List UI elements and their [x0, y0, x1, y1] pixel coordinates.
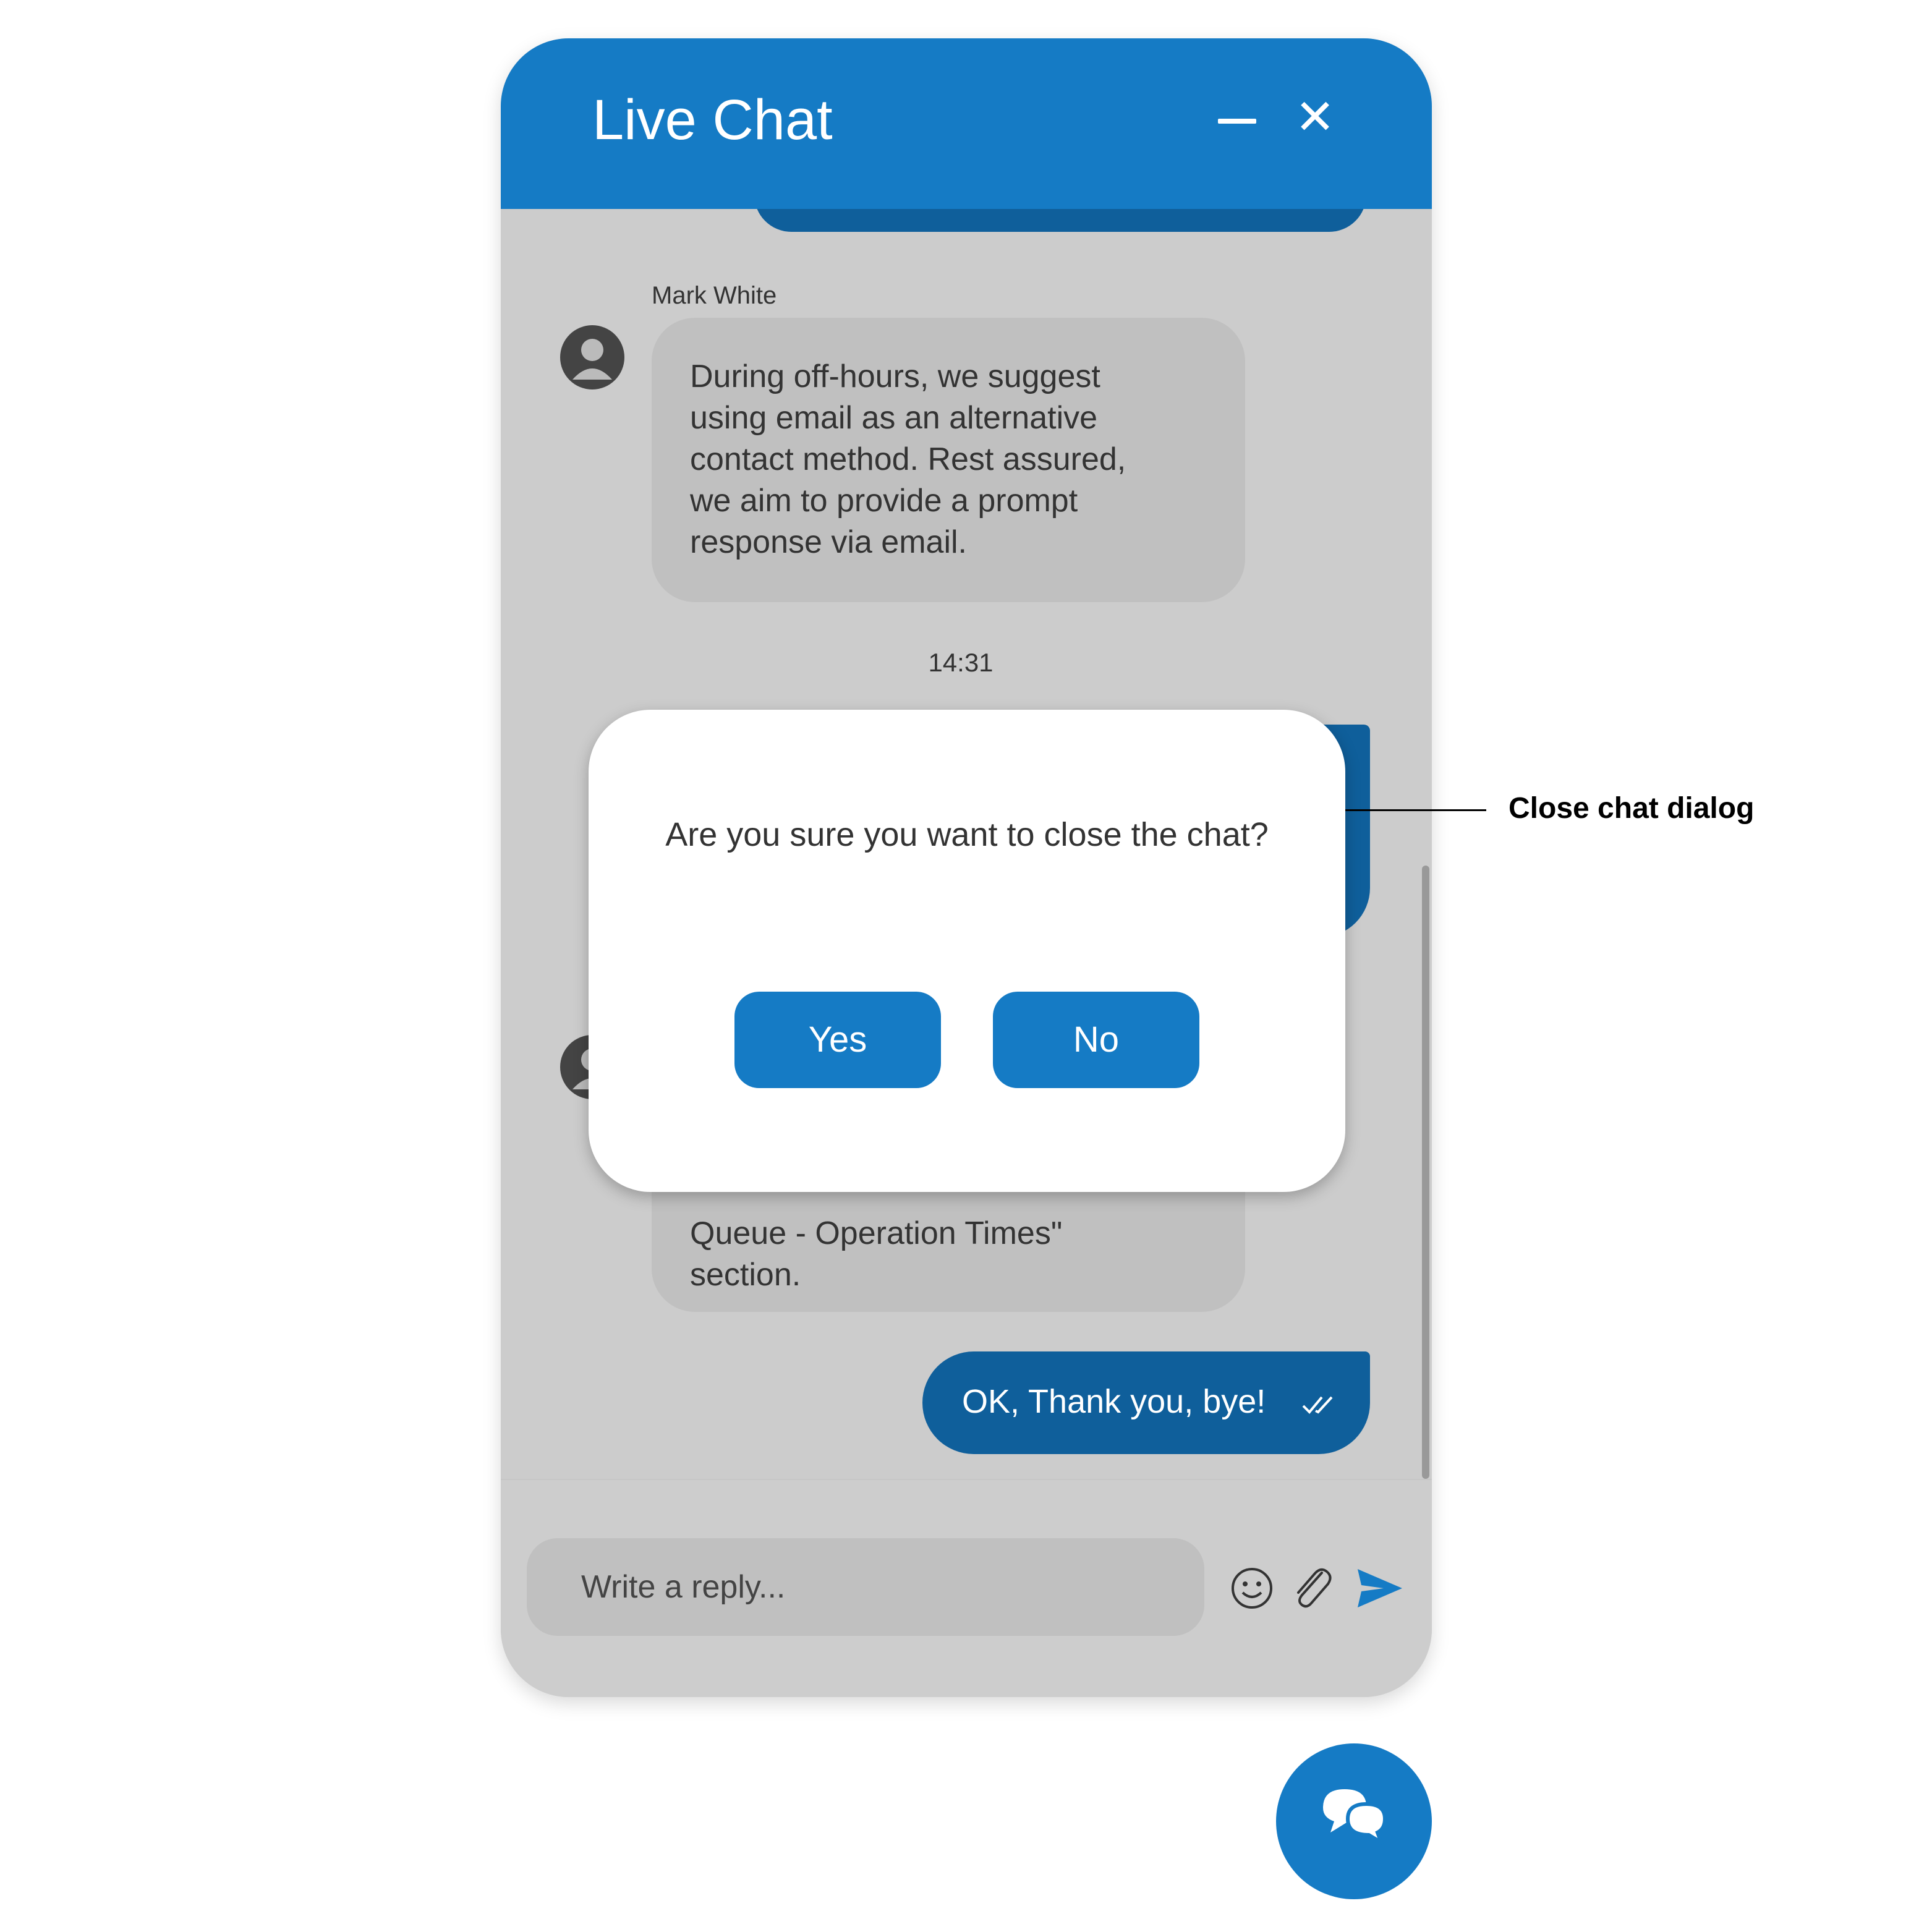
- agent-avatar: [560, 325, 624, 389]
- scrollbar[interactable]: [1422, 866, 1429, 1479]
- no-button[interactable]: No: [993, 992, 1199, 1088]
- sender-name: Mark White: [652, 282, 777, 309]
- sent-message-bubble: OK, Thank you, bye!: [922, 1351, 1370, 1454]
- message-line: using email as an alternative: [690, 400, 1098, 436]
- attachment-icon[interactable]: [1290, 1564, 1334, 1611]
- message-line: section.: [690, 1257, 801, 1293]
- chat-launcher-button[interactable]: [1276, 1743, 1432, 1899]
- composer: [501, 1479, 1432, 1697]
- close-icon[interactable]: ✕: [1293, 93, 1337, 141]
- sent-message-text: OK, Thank you, bye!: [962, 1383, 1266, 1420]
- received-message-bubble: During off-hours, we suggest using email…: [652, 318, 1245, 602]
- dialog-message: Are you sure you want to close the chat?: [665, 816, 1269, 853]
- message-line: response via email.: [690, 524, 967, 560]
- close-chat-dialog: Are you sure you want to close the chat?…: [589, 710, 1345, 1192]
- minimize-icon[interactable]: [1218, 119, 1256, 124]
- message-line: contact method. Rest assured,: [690, 441, 1126, 477]
- chat-title: Live Chat: [592, 88, 833, 151]
- reply-input[interactable]: [527, 1538, 1204, 1636]
- message-line: During off-hours, we suggest: [690, 359, 1100, 394]
- message-timestamp: 14:31: [928, 648, 994, 677]
- chat-bubbles-icon: [1323, 1789, 1387, 1847]
- yes-button[interactable]: Yes: [734, 992, 941, 1088]
- message-line: Queue - Operation Times": [690, 1215, 1063, 1251]
- send-icon[interactable]: [1356, 1568, 1403, 1609]
- emoji-icon[interactable]: [1230, 1567, 1274, 1610]
- message-line: we aim to provide a prompt: [690, 483, 1078, 519]
- double-check-icon: [1302, 1396, 1333, 1414]
- annotation-label: Close chat dialog: [1509, 792, 1755, 825]
- chat-header: Live Chat ✕: [501, 38, 1432, 209]
